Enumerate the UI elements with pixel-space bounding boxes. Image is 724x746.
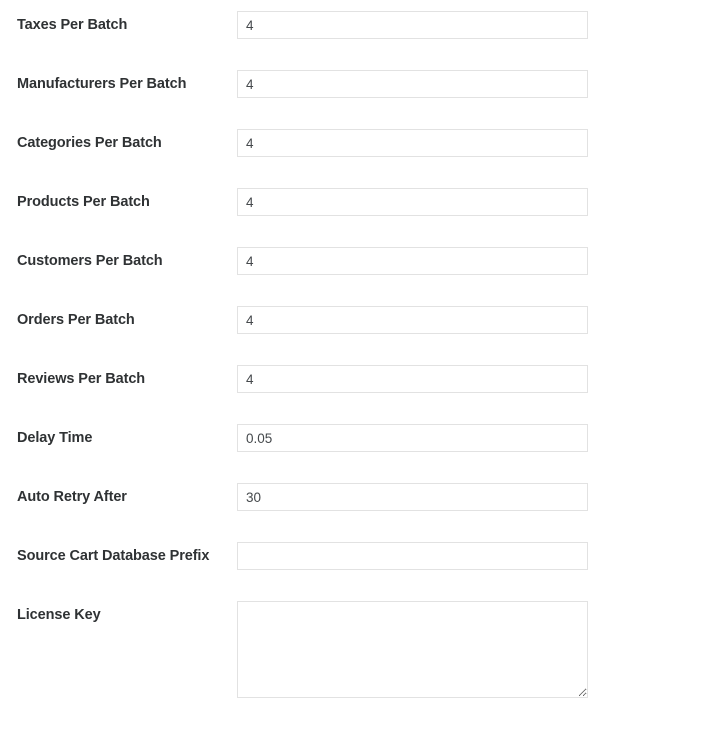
label-auto-retry-after: Auto Retry After [17,489,127,505]
label-license-key: License Key [17,607,101,623]
label-categories-per-batch: Categories Per Batch [17,135,162,151]
form-row-products-per-batch: Products Per Batch [0,188,724,247]
form-row-categories-per-batch: Categories Per Batch [0,129,724,188]
settings-form: Taxes Per Batch Manufacturers Per Batch Ca… [0,0,724,746]
label-customers-per-batch: Customers Per Batch [17,253,163,269]
control-taxes-per-batch [237,11,588,39]
control-manufacturers-per-batch [237,70,588,98]
form-row-customers-per-batch: Customers Per Batch [0,247,724,306]
control-license-key [237,601,588,698]
form-row-reviews-per-batch: Reviews Per Batch [0,365,724,424]
input-delay-time[interactable] [237,424,588,452]
label-taxes-per-batch: Taxes Per Batch [17,17,128,33]
control-source-cart-database-prefix [237,542,588,570]
input-customers-per-batch[interactable] [237,247,588,275]
label-delay-time: Delay Time [17,430,93,446]
input-products-per-batch[interactable] [237,188,588,216]
label-orders-per-batch: Orders Per Batch [17,312,135,328]
form-row-taxes-per-batch: Taxes Per Batch [0,11,724,70]
control-orders-per-batch [237,306,588,334]
control-reviews-per-batch [237,365,588,393]
control-categories-per-batch [237,129,588,157]
form-row-manufacturers-per-batch: Manufacturers Per Batch [0,70,724,129]
form-row-license-key: License Key [0,601,724,731]
input-auto-retry-after[interactable] [237,483,588,511]
label-reviews-per-batch: Reviews Per Batch [17,371,146,387]
input-manufacturers-per-batch[interactable] [237,70,588,98]
form-row-auto-retry-after: Auto Retry After [0,483,724,542]
input-taxes-per-batch[interactable] [237,11,588,39]
input-orders-per-batch[interactable] [237,306,588,334]
control-customers-per-batch [237,247,588,275]
form-row-source-cart-database-prefix: Source Cart Database Prefix [0,542,724,601]
control-delay-time [237,424,588,452]
input-reviews-per-batch[interactable] [237,365,588,393]
form-row-delay-time: Delay Time [0,424,724,483]
input-categories-per-batch[interactable] [237,129,588,157]
control-auto-retry-after [237,483,588,511]
label-products-per-batch: Products Per Batch [17,194,150,210]
control-products-per-batch [237,188,588,216]
form-row-orders-per-batch: Orders Per Batch [0,306,724,365]
input-source-cart-database-prefix[interactable] [237,542,588,570]
input-license-key[interactable] [237,601,588,698]
label-manufacturers-per-batch: Manufacturers Per Batch [17,76,187,92]
label-source-cart-database-prefix: Source Cart Database Prefix [17,548,210,564]
